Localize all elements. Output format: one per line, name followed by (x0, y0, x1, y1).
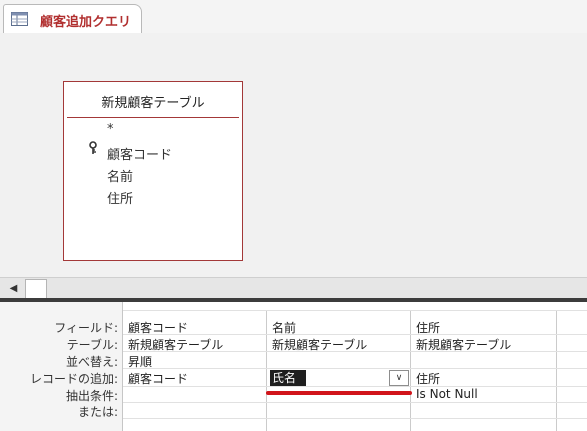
grid-row-line (123, 310, 587, 311)
design-grid: フィールド: テーブル: 並べ替え: レコードの追加: 抽出条件: または: 顧… (0, 302, 587, 431)
scrollbar-thumb[interactable] (25, 279, 47, 299)
grid-row-line (123, 418, 587, 419)
cell-sort-col1[interactable]: 昇順 (128, 353, 152, 370)
append-to-combo-value[interactable]: 氏名 (270, 370, 306, 386)
grid-row-line (123, 402, 587, 403)
row-label-field: フィールド: (54, 321, 118, 335)
field-list-divider (67, 117, 239, 118)
row-labels-column: フィールド: テーブル: 並べ替え: レコードの追加: 抽出条件: または: (0, 302, 123, 431)
column-separator (556, 310, 557, 431)
document-tab-bar: 顧客追加クエリ (0, 0, 587, 35)
field-list-item-customer-code[interactable]: 顧客コード (107, 144, 172, 163)
cell-table-col3[interactable]: 新規顧客テーブル (416, 336, 511, 353)
row-label-sort: 並べ替え: (65, 355, 118, 369)
cell-field-col3[interactable]: 住所 (416, 319, 440, 336)
chevron-down-icon[interactable]: ∨ (389, 370, 409, 386)
grid-row-line (123, 368, 587, 369)
cell-field-col2[interactable]: 名前 (272, 319, 296, 336)
cell-append-col3[interactable]: 住所 (416, 370, 440, 387)
row-label-criteria: 抽出条件: (65, 389, 118, 403)
tab-query[interactable]: 顧客追加クエリ (3, 4, 142, 35)
field-list-item-all[interactable]: * (107, 122, 114, 137)
grid-row-line (123, 386, 587, 387)
cell-table-col1[interactable]: 新規顧客テーブル (128, 336, 223, 353)
column-separator (266, 310, 267, 431)
cell-criteria-col3[interactable]: Is Not Null (416, 387, 478, 401)
field-list-new-customer-table[interactable]: 新規顧客テーブル * 顧客コード 名前 住所 (63, 81, 243, 261)
cell-append-col1[interactable]: 顧客コード (128, 370, 188, 387)
field-list-item-name[interactable]: 名前 (107, 166, 133, 185)
horizontal-scrollbar[interactable]: ◀ (0, 277, 587, 299)
row-label-append-to: レコードの追加: (29, 372, 118, 386)
row-label-table: テーブル: (66, 338, 118, 352)
field-list-item-address[interactable]: 住所 (107, 188, 133, 207)
query-icon (11, 12, 28, 26)
cell-table-col2[interactable]: 新規顧客テーブル (272, 336, 367, 353)
row-label-or: または: (77, 405, 118, 419)
key-icon (89, 141, 97, 154)
query-design-pane[interactable]: 新規顧客テーブル * 顧客コード 名前 住所 (0, 33, 587, 277)
scroll-left-arrow-icon[interactable]: ◀ (6, 281, 21, 296)
cell-field-col1[interactable]: 顧客コード (128, 319, 188, 336)
grid-row-line (123, 334, 587, 335)
column-separator (410, 310, 411, 431)
field-list-title[interactable]: 新規顧客テーブル (64, 92, 242, 111)
tab-title: 顧客追加クエリ (40, 15, 132, 30)
highlight-underline (266, 391, 412, 395)
